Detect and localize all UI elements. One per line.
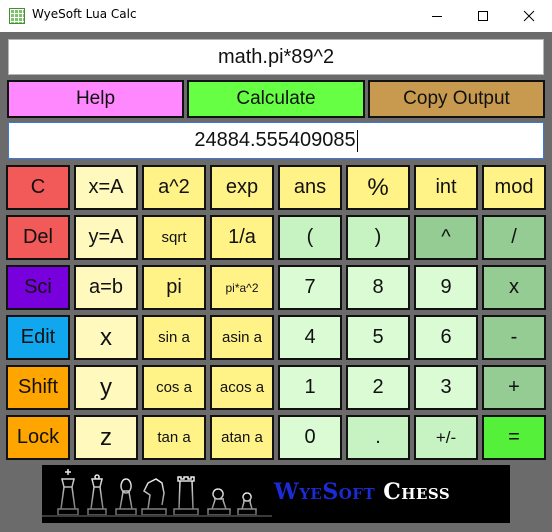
- output-field[interactable]: 24884.555409085: [8, 122, 544, 159]
- text-cursor: [356, 129, 358, 152]
- store-y-button[interactable]: y=A: [74, 215, 138, 260]
- help-button[interactable]: Help: [7, 80, 184, 118]
- circle-area-button[interactable]: pi*a^2: [210, 265, 274, 310]
- chess-pieces-image: [42, 469, 272, 517]
- reciprocal-button[interactable]: 1/a: [210, 215, 274, 260]
- acos-button[interactable]: acos a: [210, 365, 274, 410]
- atan-button[interactable]: atan a: [210, 415, 274, 460]
- digit-1-button[interactable]: 1: [278, 365, 342, 410]
- brand-word-2: Chess: [383, 479, 451, 505]
- equals-button[interactable]: =: [482, 415, 546, 460]
- digit-3-button[interactable]: 3: [414, 365, 478, 410]
- square-button[interactable]: a^2: [142, 165, 206, 210]
- close-paren-button[interactable]: ): [346, 215, 410, 260]
- calculate-button[interactable]: Calculate: [187, 80, 365, 118]
- delete-button[interactable]: Del: [6, 215, 70, 260]
- store-x-button[interactable]: x=A: [74, 165, 138, 210]
- mod-button[interactable]: mod: [482, 165, 546, 210]
- multiply-button[interactable]: x: [482, 265, 546, 310]
- help-label: Help: [75, 88, 116, 109]
- decimal-point-button[interactable]: .: [346, 415, 410, 460]
- digit-6-button[interactable]: 6: [414, 315, 478, 360]
- divide-button[interactable]: /: [482, 215, 546, 260]
- calculator-grid-icon: [9, 8, 25, 24]
- expression-text: math.pi*89^2: [217, 45, 335, 68]
- expression-input[interactable]: math.pi*89^2: [8, 39, 544, 75]
- wyesoft-chess-banner[interactable]: WyeSoft Chess: [42, 465, 510, 523]
- copy-output-label: Copy Output: [403, 88, 510, 109]
- power-button[interactable]: ^: [414, 215, 478, 260]
- brand-name: WyeSoft Chess: [274, 479, 450, 505]
- maximize-icon: [478, 11, 488, 21]
- add-button[interactable]: +: [482, 365, 546, 410]
- cos-button[interactable]: cos a: [142, 365, 206, 410]
- recall-z-button[interactable]: z: [74, 415, 138, 460]
- sin-button[interactable]: sin a: [142, 315, 206, 360]
- asin-button[interactable]: asin a: [210, 315, 274, 360]
- tan-button[interactable]: tan a: [142, 415, 206, 460]
- title-bar: WyeSoft Lua Calc: [0, 0, 552, 32]
- minimize-button[interactable]: [414, 0, 460, 32]
- sci-button[interactable]: Sci: [6, 265, 70, 310]
- copy-output-button[interactable]: Copy Output: [368, 80, 545, 118]
- edit-button[interactable]: Edit: [6, 315, 70, 360]
- lock-button[interactable]: Lock: [6, 415, 70, 460]
- close-button[interactable]: [506, 0, 552, 32]
- percent-button[interactable]: %: [346, 165, 410, 210]
- recall-y-button[interactable]: y: [74, 365, 138, 410]
- open-paren-button[interactable]: (: [278, 215, 342, 260]
- int-button[interactable]: int: [414, 165, 478, 210]
- digit-0-button[interactable]: 0: [278, 415, 342, 460]
- close-icon: [523, 10, 535, 22]
- minimize-icon: [432, 16, 442, 17]
- digit-7-button[interactable]: 7: [278, 265, 342, 310]
- calculate-label: Calculate: [236, 88, 316, 109]
- digit-2-button[interactable]: 2: [346, 365, 410, 410]
- digit-9-button[interactable]: 9: [414, 265, 478, 310]
- digit-5-button[interactable]: 5: [346, 315, 410, 360]
- clear-button[interactable]: C: [6, 165, 70, 210]
- exp-button[interactable]: exp: [210, 165, 274, 210]
- pi-button[interactable]: pi: [142, 265, 206, 310]
- shift-button[interactable]: Shift: [6, 365, 70, 410]
- maximize-button[interactable]: [460, 0, 506, 32]
- recall-x-button[interactable]: x: [74, 315, 138, 360]
- window-title: WyeSoft Lua Calc: [32, 7, 137, 21]
- output-text: 24884.555409085: [194, 129, 356, 151]
- negate-button[interactable]: +/-: [414, 415, 478, 460]
- swap-ab-button[interactable]: a=b: [74, 265, 138, 310]
- digit-8-button[interactable]: 8: [346, 265, 410, 310]
- digit-4-button[interactable]: 4: [278, 315, 342, 360]
- sqrt-button[interactable]: sqrt: [142, 215, 206, 260]
- subtract-button[interactable]: -: [482, 315, 546, 360]
- brand-word-1: WyeSoft: [274, 479, 376, 505]
- ans-button[interactable]: ans: [278, 165, 342, 210]
